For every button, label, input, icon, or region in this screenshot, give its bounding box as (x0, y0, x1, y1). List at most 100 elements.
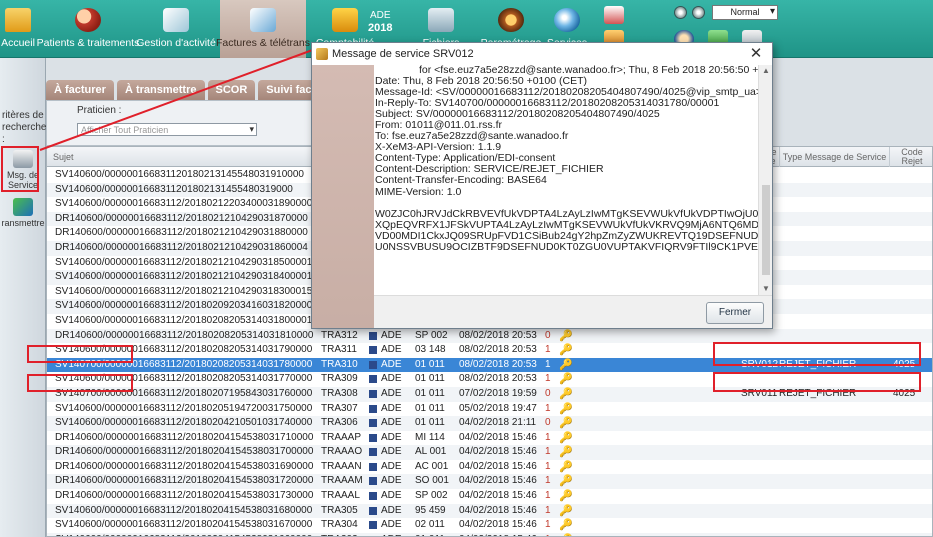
key-icon: 🔑 (559, 344, 573, 357)
row-ade: ADE (381, 533, 411, 536)
table-row[interactable]: SV140600/00000016683112/2018020415453803… (47, 532, 932, 536)
table-row[interactable]: DR140600/00000016683112/2018020415453803… (47, 474, 932, 490)
message-scrollbar[interactable]: ▲ ▼ (758, 65, 772, 295)
row-subject: DR140600/00000016683112/2018020415453803… (55, 475, 314, 487)
close-icon[interactable]: ✕ (744, 43, 768, 65)
toolbar-home-button[interactable]: Accueil (0, 0, 36, 58)
row-code: TRAAAM (321, 475, 363, 487)
row-code: TRA306 (321, 417, 358, 429)
row-subject: SV140600/00000016683112/2018020415453803… (55, 533, 317, 536)
message-line (375, 198, 758, 209)
toolbar-invoices-button[interactable]: Factures & télétrans (216, 0, 310, 58)
row-subject: DR140600/00000016683112/2018020820531403… (55, 329, 314, 341)
scroll-down-icon[interactable]: ▼ (759, 283, 773, 295)
row-ade: ADE (381, 402, 402, 414)
annotation-box-row-srv011 (27, 374, 133, 392)
row-code: TRAAAO (321, 446, 363, 458)
row-number: AL 001 (415, 446, 447, 458)
message-line: W0ZJC0hJRVJdCkRBVEVfUkVDPTA4LzAyLzIwMTgK… (375, 208, 758, 220)
key-icon: 🔑 (559, 373, 573, 386)
row-number: SP 002 (415, 490, 448, 502)
row-date: 04/02/2018 15:46 (459, 431, 537, 443)
key-icon: 🔑 (559, 329, 573, 342)
row-subject: SV140600/00000016683112/2018020820531403… (55, 314, 313, 326)
tab-to-transmit[interactable]: À transmettre (116, 80, 205, 100)
envelope-icon (316, 48, 328, 60)
key-icon: 🔑 (559, 490, 573, 503)
key-icon: 🔑 (559, 402, 573, 415)
header-reject-code[interactable]: Code Rejet (889, 147, 932, 167)
table-row[interactable]: DR140600/00000016683112/2018020415453803… (47, 489, 932, 504)
row-flag-icon (369, 448, 377, 457)
row-subject: DR140600/00000016683112/2018020415453803… (55, 490, 314, 502)
table-row[interactable]: DR140600/00000016683112/2018020820531403… (47, 328, 932, 344)
key-icon: 🔑 (559, 533, 573, 536)
patients-icon (75, 8, 101, 32)
row-count: 1 (545, 475, 551, 487)
table-row[interactable]: SV140600/00000016683112/2018020415453803… (47, 503, 932, 519)
key-icon: 🔑 (559, 431, 573, 444)
table-row[interactable]: DR140600/00000016683112/2018020415453803… (47, 445, 932, 460)
tab-to-invoice[interactable]: À facturer (46, 80, 114, 100)
row-date: 04/02/2018 15:46 (459, 446, 537, 458)
dialog-titlebar[interactable]: Message de service SRV012 ✕ (312, 43, 772, 65)
row-date: 04/02/2018 15:46 (459, 533, 539, 536)
transmit-button[interactable]: ransmettre (0, 198, 46, 228)
key-icon: 🔑 (559, 460, 573, 473)
activity-icon (163, 8, 189, 32)
table-row[interactable]: DR140600/00000016683112/2018020415453803… (47, 430, 932, 446)
scroll-up-icon[interactable]: ▲ (759, 65, 773, 77)
row-count: 1 (545, 446, 551, 458)
row-subject: DR140600/00000016683112/2018021210429031… (55, 212, 308, 224)
close-button[interactable]: Fermer (706, 302, 764, 324)
toolbar-patients-button[interactable]: Patients & traitements (37, 0, 139, 58)
row-date: 04/02/2018 15:46 (459, 504, 537, 516)
row-ade: ADE (381, 329, 402, 341)
row-number: 01 011 (415, 533, 457, 536)
toolbar-home-label: Accueil (1, 37, 35, 49)
practitioner-select[interactable]: Afficher Tout Praticien (77, 123, 257, 136)
message-line: Content-Type: Application/EDI-consent (375, 153, 556, 165)
table-row[interactable]: SV140600/00000016683112/2018020415453803… (47, 518, 932, 533)
row-code: TRAAAP (321, 431, 362, 443)
services-icon (554, 8, 580, 32)
table-row[interactable]: DR140600/00000016683112/2018020415453803… (47, 459, 932, 475)
filter-box: Praticien : Afficher Tout Praticien (46, 100, 316, 146)
message-line: To: fse.euz7a5e28zzd@sante.wanadoo.fr (375, 131, 569, 143)
forward-round-icon[interactable] (692, 6, 705, 19)
row-count: 1 (545, 402, 551, 414)
row-flag-icon (369, 477, 377, 486)
tab-scor[interactable]: SCOR (207, 80, 256, 100)
row-subject: SV140600/00000016683112/2018020920341603… (55, 300, 313, 312)
row-ade: ADE (381, 504, 402, 516)
dialog-footer: Fermer (374, 295, 772, 328)
dialog-title: Message de service SRV012 (332, 48, 474, 60)
table-row[interactable]: SV140600/00000016683112/2018020421050103… (47, 416, 932, 431)
mail-icon[interactable] (604, 6, 624, 24)
row-code: TRA308 (321, 387, 358, 399)
header-service-type[interactable]: Type Message de Service (779, 147, 889, 167)
invoices-icon (250, 8, 276, 32)
back-round-icon[interactable] (674, 6, 687, 19)
row-code: TRAAAN (321, 460, 362, 472)
display-mode-select[interactable]: Normal (712, 5, 778, 20)
message-line: XQpEQVRFX1JFSkVUPTA4LzAyLzIwMTgKSEVWUkVf… (375, 219, 758, 231)
scroll-thumb[interactable] (762, 185, 770, 275)
row-date: 08/02/2018 20:53 (459, 344, 537, 356)
row-flag-icon (369, 492, 377, 501)
message-line: Content-Description: SERVICE/REJET_FICHI… (375, 164, 604, 176)
row-number: SP 002 (415, 329, 448, 341)
row-ade: ADE (381, 460, 402, 472)
toolbar-activity-button[interactable]: Gestion d'activité (136, 0, 216, 58)
header-subject[interactable]: Sujet (47, 147, 317, 167)
row-number: 01 011 (415, 402, 445, 414)
message-content[interactable]: for <fse.euz7a5e28zzd@sante.wanadoo.fr>;… (374, 65, 758, 295)
row-date: 04/02/2018 15:46 (459, 519, 537, 531)
accounting-icon (332, 8, 358, 32)
message-line: Message-Id: <SV/00000016683112/201802082… (375, 87, 758, 99)
dialog-sidebar (312, 65, 374, 328)
table-row[interactable]: SV140600/00000016683112/2018020519472003… (47, 401, 932, 417)
row-date: 08/02/2018 20:53 (459, 358, 537, 370)
row-date: 05/02/2018 19:47 (459, 402, 537, 414)
row-count: 1 (545, 490, 551, 502)
